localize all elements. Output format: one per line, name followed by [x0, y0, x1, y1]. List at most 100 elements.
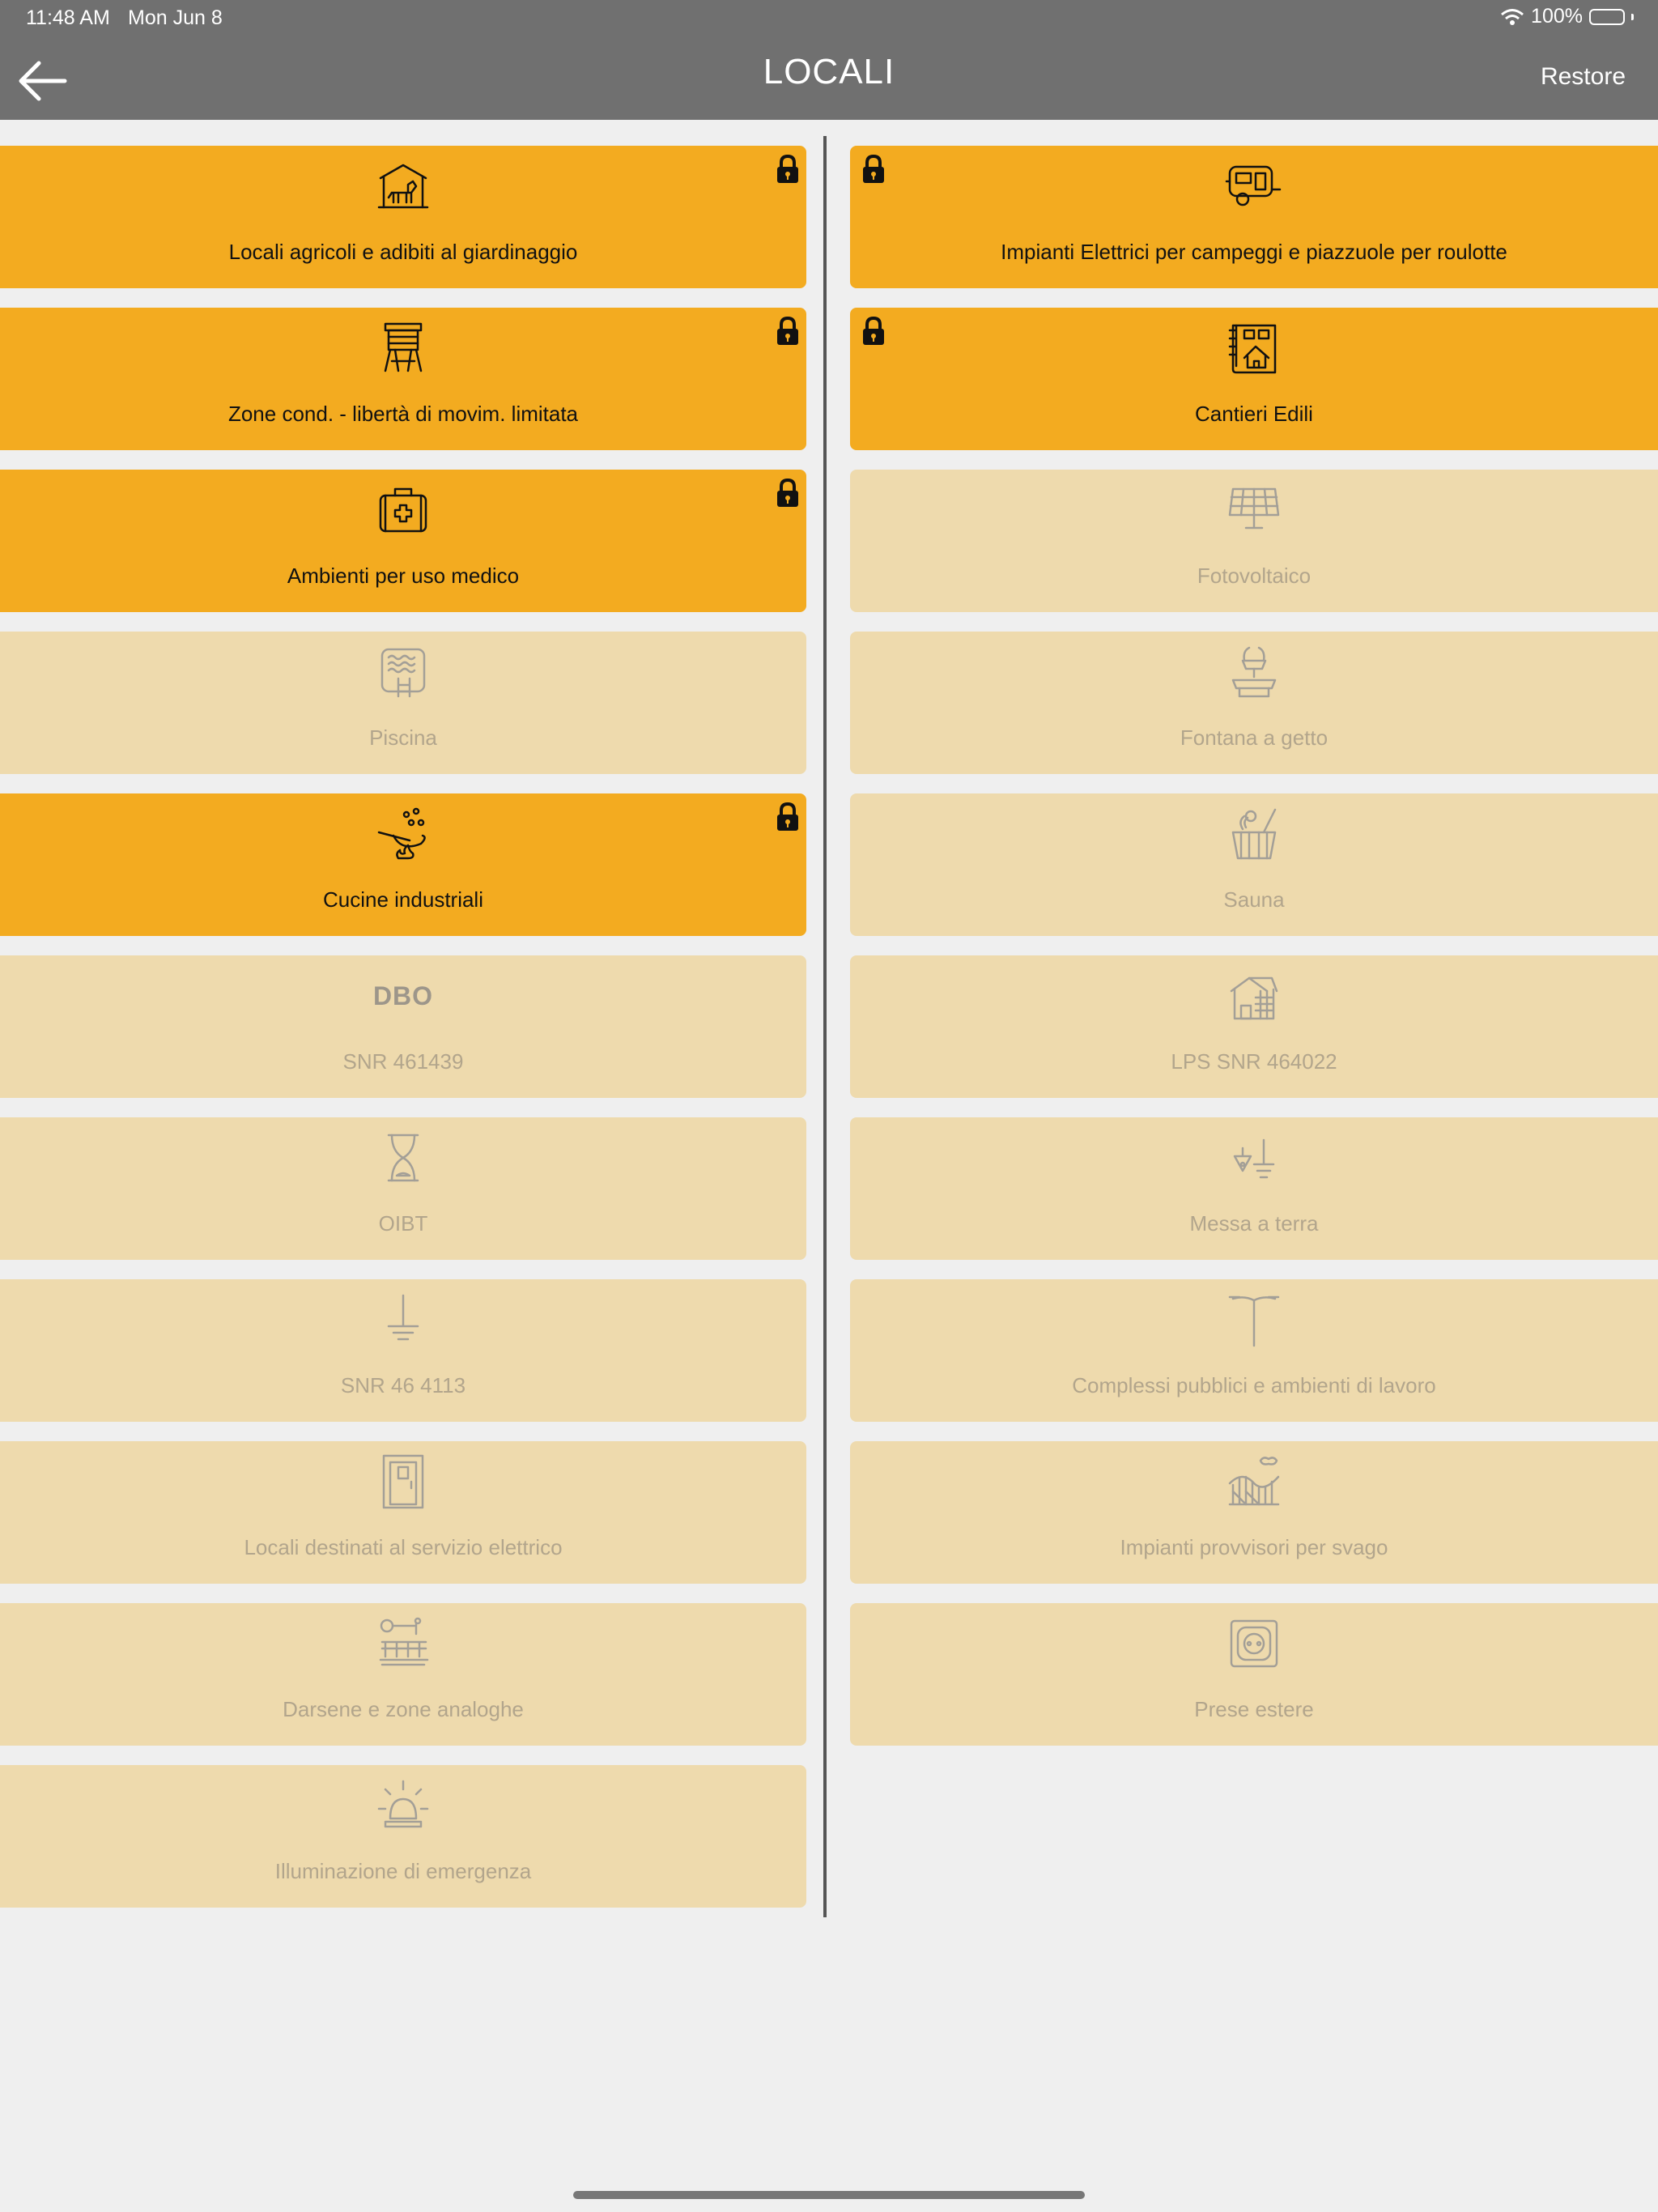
building-icon: [1230, 976, 1278, 1020]
item-label: Ambienti per uso medico: [287, 564, 520, 588]
item-label: Locali destinati al servizio elettrico: [244, 1535, 563, 1559]
locale-item-dbo-text[interactable]: DBO SNR 461439: [0, 955, 806, 1098]
ground-symbol-icon: [387, 1294, 419, 1341]
item-label: OIBT: [378, 1211, 428, 1236]
locale-item-fountain[interactable]: Fontana a getto: [850, 632, 1658, 774]
emergency-light-icon: [377, 1780, 429, 1828]
medical-bag-icon: [379, 487, 427, 533]
icon-container: [850, 643, 1658, 701]
item-label: Messa a terra: [1189, 1211, 1319, 1236]
icon-container: [0, 157, 806, 215]
earthing-icon: [1233, 1138, 1275, 1179]
icon-container: [850, 319, 1658, 377]
icon-container: [0, 805, 806, 863]
item-label: Piscina: [369, 725, 437, 750]
lock-icon: [863, 316, 884, 345]
top-bar: 11:48 AM Mon Jun 8 100% LOCALI Restore: [0, 0, 1658, 120]
icon-container: [0, 319, 806, 377]
restore-button[interactable]: Restore: [1541, 63, 1626, 91]
item-label: Zone cond. - libertà di movim. limitata: [227, 402, 579, 426]
caravan-icon: [1225, 165, 1282, 206]
icon-container: [0, 1776, 806, 1835]
icon-container: [0, 643, 806, 701]
locale-item-barn-horse[interactable]: Locali agricoli e adibiti al giardinaggi…: [0, 146, 806, 288]
door-icon: [382, 1454, 424, 1509]
icon-container: [0, 481, 806, 539]
icon-container: DBO: [0, 967, 806, 1025]
locale-item-street-lamp[interactable]: Complessi pubblici e ambienti di lavoro: [850, 1279, 1658, 1422]
sauna-bucket-icon: [1231, 808, 1277, 860]
status-time: 11:48 AM: [26, 6, 110, 29]
pool-icon: [380, 648, 426, 698]
back-button[interactable]: [15, 57, 70, 105]
item-label: SNR 46 4113: [340, 1373, 466, 1397]
watchtower-icon: [384, 322, 423, 372]
item-label: Fontana a getto: [1180, 725, 1329, 750]
item-label: Complessi pubblici e ambienti di lavoro: [1072, 1373, 1436, 1397]
icon-container: [850, 1614, 1658, 1673]
lock-icon: [777, 154, 798, 183]
battery-icon: [1589, 8, 1625, 25]
locale-item-solar-panel[interactable]: Fotovoltaico: [850, 470, 1658, 612]
locale-item-pool[interactable]: Piscina: [0, 632, 806, 774]
solar-panel-icon: [1228, 487, 1280, 530]
locale-item-sauna-bucket[interactable]: Sauna: [850, 793, 1658, 936]
locale-item-caravan[interactable]: Impianti Elettrici per campeggi e piazzu…: [850, 146, 1658, 288]
icon-container: [0, 1453, 806, 1511]
dbo-text-icon: DBO: [372, 981, 434, 1010]
locale-item-ground-symbol[interactable]: SNR 46 4113: [0, 1279, 806, 1422]
dock-icon: [379, 1617, 429, 1666]
item-label: Darsene e zone analoghe: [283, 1697, 524, 1721]
item-label: SNR 461439: [342, 1049, 464, 1074]
item-label: Prese estere: [1194, 1697, 1314, 1721]
item-label: Impianti Elettrici per campeggi e piazzu…: [1001, 240, 1507, 264]
item-label: Cucine industriali: [323, 887, 483, 912]
status-indicators: 100%: [1500, 5, 1634, 28]
wifi-icon: [1501, 8, 1524, 25]
status-date: Mon Jun 8: [128, 6, 223, 29]
icon-container: [850, 157, 1658, 215]
item-label: Illuminazione di emergenza: [274, 1859, 532, 1883]
icon-container: [850, 1453, 1658, 1511]
icon-container: [0, 1129, 806, 1187]
item-label: Locali agricoli e adibiti al giardinaggi…: [228, 240, 578, 264]
hourglass-icon: [387, 1134, 419, 1182]
lock-icon: [777, 802, 798, 831]
barn-horse-icon: [377, 164, 429, 209]
socket-icon: [1230, 1619, 1278, 1668]
locale-item-dock[interactable]: Darsene e zone analoghe: [0, 1603, 806, 1746]
locale-item-rollercoaster[interactable]: Impianti provvisori per svago: [850, 1441, 1658, 1584]
battery-percent: 100%: [1531, 5, 1583, 28]
locale-item-socket[interactable]: Prese estere: [850, 1603, 1658, 1746]
locale-item-medical-bag[interactable]: Ambienti per uso medico: [0, 470, 806, 612]
item-label: Impianti provvisori per svago: [1120, 1535, 1388, 1559]
lock-icon: [863, 154, 884, 183]
fountain-icon: [1231, 646, 1277, 698]
locale-item-hourglass[interactable]: OIBT: [0, 1117, 806, 1260]
page-title: LOCALI: [763, 52, 895, 91]
locale-item-watchtower[interactable]: Zone cond. - libertà di movim. limitata: [0, 308, 806, 450]
lock-icon: [777, 316, 798, 345]
locale-item-building[interactable]: LPS SNR 464022: [850, 955, 1658, 1098]
lock-icon: [777, 478, 798, 507]
icon-container: [850, 1291, 1658, 1349]
icon-container: [850, 1129, 1658, 1187]
home-indicator[interactable]: [573, 2191, 1085, 2199]
rollercoaster-icon: [1228, 1457, 1280, 1506]
arrow-left-icon: [19, 61, 67, 101]
icon-container: [850, 805, 1658, 863]
locale-item-earthing[interactable]: Messa a terra: [850, 1117, 1658, 1260]
item-label: Fotovoltaico: [1197, 564, 1312, 588]
locale-item-blueprint-house[interactable]: Cantieri Edili: [850, 308, 1658, 450]
icon-container: [0, 1614, 806, 1673]
locale-item-emergency-light[interactable]: Illuminazione di emergenza: [0, 1765, 806, 1908]
item-label: Sauna: [1223, 887, 1285, 912]
column-divider: [823, 136, 827, 1917]
locale-item-door[interactable]: Locali destinati al servizio elettrico: [0, 1441, 806, 1584]
icon-container: [850, 967, 1658, 1025]
icon-container: [850, 481, 1658, 539]
street-lamp-icon: [1228, 1295, 1280, 1347]
locale-item-wok-fire[interactable]: Cucine industriali: [0, 793, 806, 936]
icon-container: [0, 1291, 806, 1349]
item-label: Cantieri Edili: [1195, 402, 1313, 426]
